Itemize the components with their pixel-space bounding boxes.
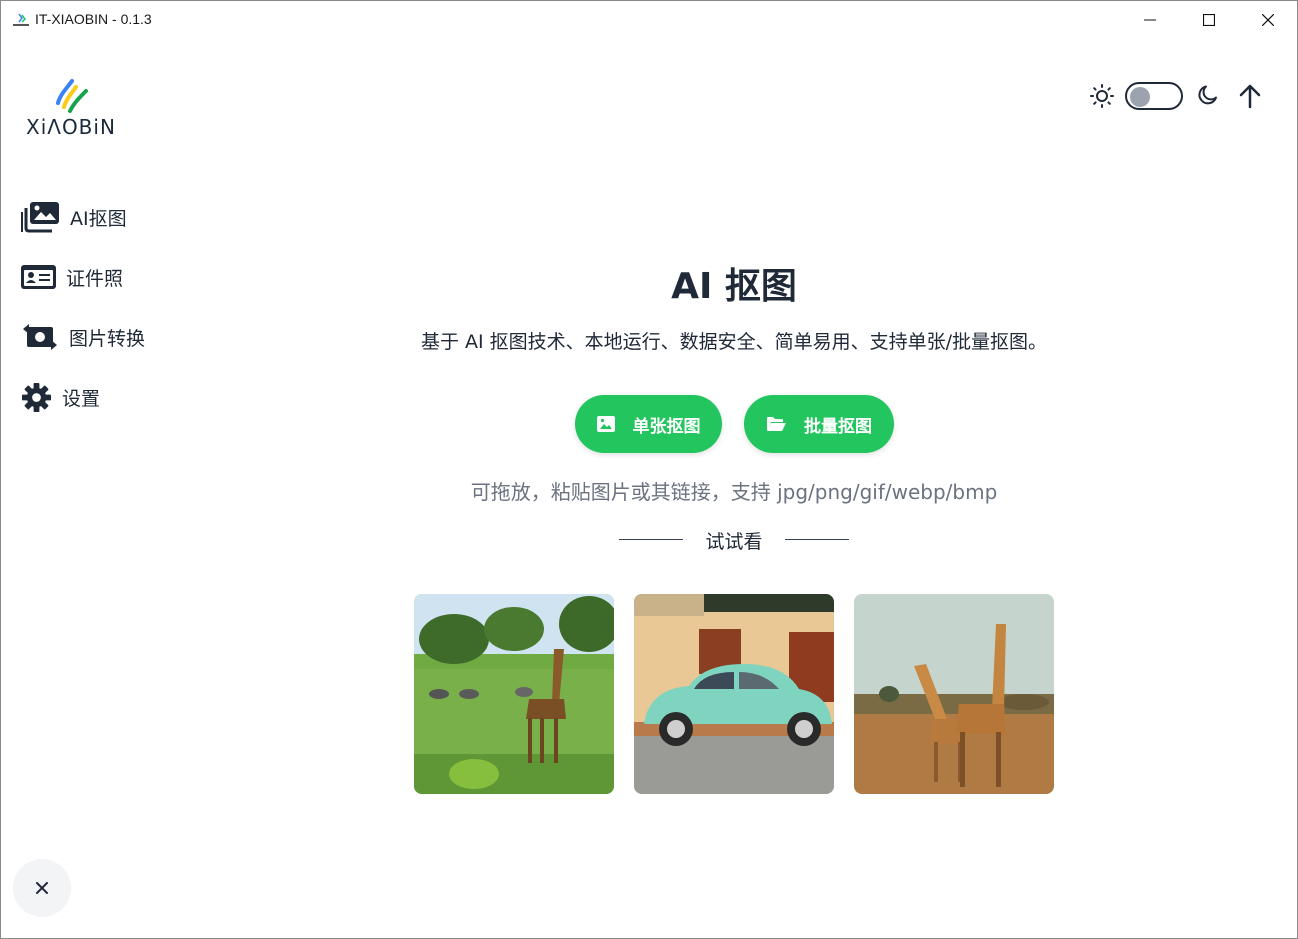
drop-hint: 可拖放，粘贴图片或其链接，支持 jpg/png/gif/webp/bmp (470, 480, 998, 504)
sidebar-item-ai-matting[interactable]: AI抠图 (21, 197, 127, 237)
sidebar-item-label: 设置 (62, 387, 101, 410)
single-matting-label: 单张抠图 (632, 416, 701, 437)
app-icon (13, 13, 29, 26)
window-title: IT-XIAOBIN - 0.1.3 (35, 11, 152, 27)
moon-icon[interactable] (1196, 83, 1220, 107)
logo-mark (56, 79, 88, 113)
images-icon (21, 202, 59, 233)
image-icon (596, 416, 615, 432)
giraffe-savanna-image (414, 594, 614, 794)
gear-icon (21, 382, 52, 412)
sidebar-item-label: AI抠图 (70, 207, 127, 230)
toggle-knob (1130, 87, 1150, 107)
single-matting-button[interactable]: 单张抠图 (575, 395, 722, 453)
batch-matting-label: 批量抠图 (804, 416, 872, 437)
close-window-button[interactable] (1239, 1, 1297, 39)
page-description: 基于 AI 抠图技术、本地运行、数据安全、简单易用、支持单张/批量抠图。 (420, 331, 1048, 353)
sample-image-vintage-car[interactable] (634, 594, 834, 794)
divider-line-right (785, 539, 849, 540)
try-label: 试试看 (705, 531, 763, 553)
close-icon (36, 882, 48, 894)
sample-image-giraffe-savanna[interactable] (414, 594, 614, 794)
title-bar: IT-XIAOBIN - 0.1.3 (1, 1, 1297, 39)
folder-open-icon (767, 417, 786, 431)
minimize-icon (1144, 19, 1156, 21)
page-title: AI 抠图 (671, 266, 797, 307)
maximize-icon (1203, 14, 1215, 26)
close-icon (1262, 14, 1274, 26)
sidebar-item-settings[interactable]: 设置 (21, 377, 100, 417)
logo-text: XiΛOBiN (26, 115, 116, 139)
brand-logo: XiΛOBiN (26, 77, 121, 139)
divider-line-left (619, 539, 683, 540)
close-fab-button[interactable] (13, 859, 71, 917)
try-divider: 试试看 (619, 527, 849, 553)
sample-image-two-giraffes[interactable] (854, 594, 1054, 794)
arrow-up-icon[interactable] (1238, 83, 1262, 109)
vintage-car-image (634, 594, 834, 794)
minimize-button[interactable] (1121, 1, 1179, 39)
sun-icon[interactable] (1090, 84, 1114, 108)
theme-toggle[interactable] (1125, 82, 1183, 110)
batch-matting-button[interactable]: 批量抠图 (744, 395, 894, 453)
two-giraffes-image (854, 594, 1054, 794)
maximize-button[interactable] (1180, 1, 1238, 39)
